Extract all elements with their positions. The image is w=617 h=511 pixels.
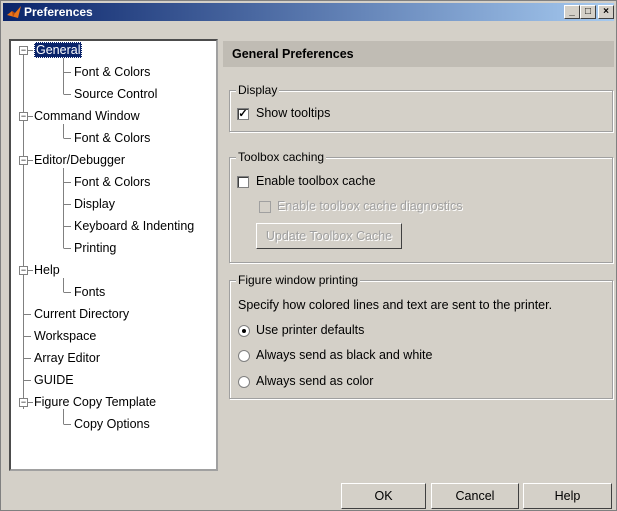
tree-item-guide[interactable]: GUIDE <box>34 372 74 388</box>
tree-item-array-editor[interactable]: Array Editor <box>34 350 100 366</box>
tree-item-help[interactable]: Help <box>34 262 60 278</box>
display-group-label: Display <box>236 83 280 97</box>
tree-item-printing[interactable]: Printing <box>74 240 116 256</box>
send-as-color-radio[interactable] <box>238 376 250 388</box>
tree-item-font-colors[interactable]: Font & Colors <box>74 174 150 190</box>
panel-header: General Preferences <box>223 41 614 67</box>
help-button[interactable]: Help <box>523 483 612 509</box>
collapse-icon[interactable]: − <box>19 266 28 275</box>
printing-description: Specify how colored lines and text are s… <box>238 298 553 312</box>
tree-item-fonts[interactable]: Fonts <box>74 284 105 300</box>
maximize-button[interactable]: □ <box>580 5 596 19</box>
panel-title: General Preferences <box>232 47 354 61</box>
figure-printing-label: Figure window printing <box>236 273 361 287</box>
minimize-button[interactable]: _ <box>564 5 580 19</box>
tree-item-general[interactable]: General <box>34 42 83 58</box>
use-printer-defaults-radio[interactable] <box>238 325 250 337</box>
tree-item-font-colors[interactable]: Font & Colors <box>74 130 150 146</box>
tree-item-command-window[interactable]: Command Window <box>34 108 140 124</box>
enable-diagnostics-label: Enable toolbox cache diagnostics <box>277 199 463 213</box>
collapse-icon[interactable]: − <box>19 156 28 165</box>
tree-item-editor-debugger[interactable]: Editor/Debugger <box>34 152 125 168</box>
cancel-button[interactable]: Cancel <box>431 483 519 509</box>
tree-item-source-control[interactable]: Source Control <box>74 86 157 102</box>
enable-diagnostics-checkbox <box>259 201 271 213</box>
tree-item-figure-copy-template[interactable]: Figure Copy Template <box>34 394 156 410</box>
toolbox-caching-group: Toolbox caching Enable toolbox cache Ena… <box>229 150 613 263</box>
show-tooltips-checkbox[interactable]: ✓ <box>237 108 249 120</box>
window-title: Preferences <box>24 5 93 19</box>
matlab-logo-icon <box>7 6 21 18</box>
tree-item-current-directory[interactable]: Current Directory <box>34 306 129 322</box>
tree-item-copy-options[interactable]: Copy Options <box>74 416 150 432</box>
enable-toolbox-cache-checkbox[interactable] <box>237 176 249 188</box>
tree-item-workspace[interactable]: Workspace <box>34 328 96 344</box>
show-tooltips-label[interactable]: Show tooltips <box>256 106 330 120</box>
display-group: Display ✓ Show tooltips <box>229 83 613 132</box>
enable-toolbox-cache-label[interactable]: Enable toolbox cache <box>256 174 376 188</box>
tree-item-font-colors[interactable]: Font & Colors <box>74 64 150 80</box>
title-bar[interactable]: Preferences _ □ × <box>3 3 614 21</box>
tree-item-display[interactable]: Display <box>74 196 115 212</box>
use-printer-defaults-label[interactable]: Use printer defaults <box>256 323 364 337</box>
black-and-white-radio[interactable] <box>238 350 250 362</box>
collapse-icon[interactable]: − <box>19 398 28 407</box>
preferences-window: Preferences _ □ × − − − − − General Font… <box>0 0 617 511</box>
update-toolbox-cache-button: Update Toolbox Cache <box>256 223 402 249</box>
collapse-icon[interactable]: − <box>19 112 28 121</box>
tree-item-keyboard-indenting[interactable]: Keyboard & Indenting <box>74 218 194 234</box>
collapse-icon[interactable]: − <box>19 46 28 55</box>
toolbox-caching-label: Toolbox caching <box>236 150 327 164</box>
ok-button[interactable]: OK <box>341 483 426 509</box>
black-and-white-label[interactable]: Always send as black and white <box>256 348 432 362</box>
close-button[interactable]: × <box>598 5 614 19</box>
send-as-color-label[interactable]: Always send as color <box>256 374 373 388</box>
figure-printing-group: Figure window printing Specify how color… <box>229 273 613 399</box>
preferences-tree[interactable]: − − − − − General Font & Colors Source C… <box>9 39 218 471</box>
